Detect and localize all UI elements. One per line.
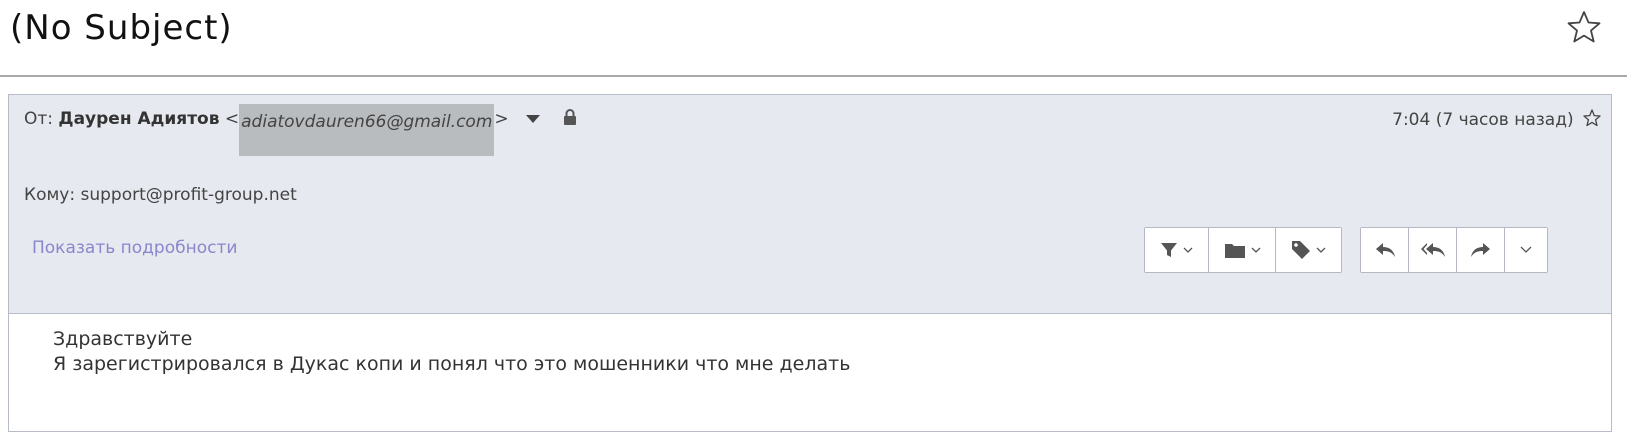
show-details-link[interactable]: Показать подробности xyxy=(32,238,237,258)
body-line: Я зарегистрировался в Дукас копи и понял… xyxy=(53,353,851,375)
filter-button[interactable] xyxy=(1145,228,1209,272)
tag-button[interactable] xyxy=(1276,228,1341,272)
message-star-icon[interactable] xyxy=(1583,109,1601,132)
more-actions-button[interactable] xyxy=(1505,228,1547,272)
filter-icon xyxy=(1160,241,1178,259)
message-date: 7:04 (7 часов назад) xyxy=(1392,110,1574,130)
email-close-bracket: > xyxy=(494,109,509,129)
reply-icon xyxy=(1374,241,1396,259)
sender-email[interactable]: adiatovdauren66@gmail.com xyxy=(239,104,495,156)
sender-name[interactable]: Даурен Адиятов xyxy=(58,109,219,129)
sender-menu-caret-icon[interactable] xyxy=(526,115,541,123)
to-label: Кому: xyxy=(24,185,76,205)
message-body: Здравствуйте Я зарегистрировался в Дукас… xyxy=(53,327,850,377)
chevron-down-icon xyxy=(1520,246,1532,254)
body-line: Здравствуйте xyxy=(53,328,193,350)
forward-icon xyxy=(1470,241,1492,259)
forward-button[interactable] xyxy=(1457,228,1505,272)
reply-all-button[interactable] xyxy=(1409,228,1457,272)
email-open-bracket: < xyxy=(224,109,240,129)
message-actions-right xyxy=(1360,227,1548,273)
message-card: От: Даурен Адиятов < adiatovdauren66@gmai… xyxy=(8,94,1612,432)
reply-all-icon xyxy=(1420,241,1446,259)
chevron-down-icon xyxy=(1183,247,1193,254)
folder-icon xyxy=(1224,242,1246,259)
chevron-down-icon xyxy=(1251,247,1261,254)
subject-divider xyxy=(0,75,1627,77)
date-line: 7:04 (7 часов назад) xyxy=(1392,109,1601,132)
lock-icon xyxy=(563,109,577,131)
message-header: От: Даурен Адиятов < adiatovdauren66@gmai… xyxy=(9,95,1611,314)
message-subject: (No Subject) xyxy=(10,8,233,48)
recipient-address[interactable]: support@profit-group.net xyxy=(81,185,297,205)
from-label: От: xyxy=(24,109,54,129)
from-line: От: Даурен Адиятов < adiatovdauren66@gmai… xyxy=(24,104,577,156)
move-to-folder-button[interactable] xyxy=(1209,228,1276,272)
chevron-down-icon xyxy=(1316,247,1326,254)
tag-icon xyxy=(1291,240,1311,260)
star-outline-icon[interactable] xyxy=(1567,10,1601,44)
reply-button[interactable] xyxy=(1361,228,1409,272)
to-line: Кому: support@profit-group.net xyxy=(24,185,297,205)
message-actions-left xyxy=(1144,227,1342,273)
